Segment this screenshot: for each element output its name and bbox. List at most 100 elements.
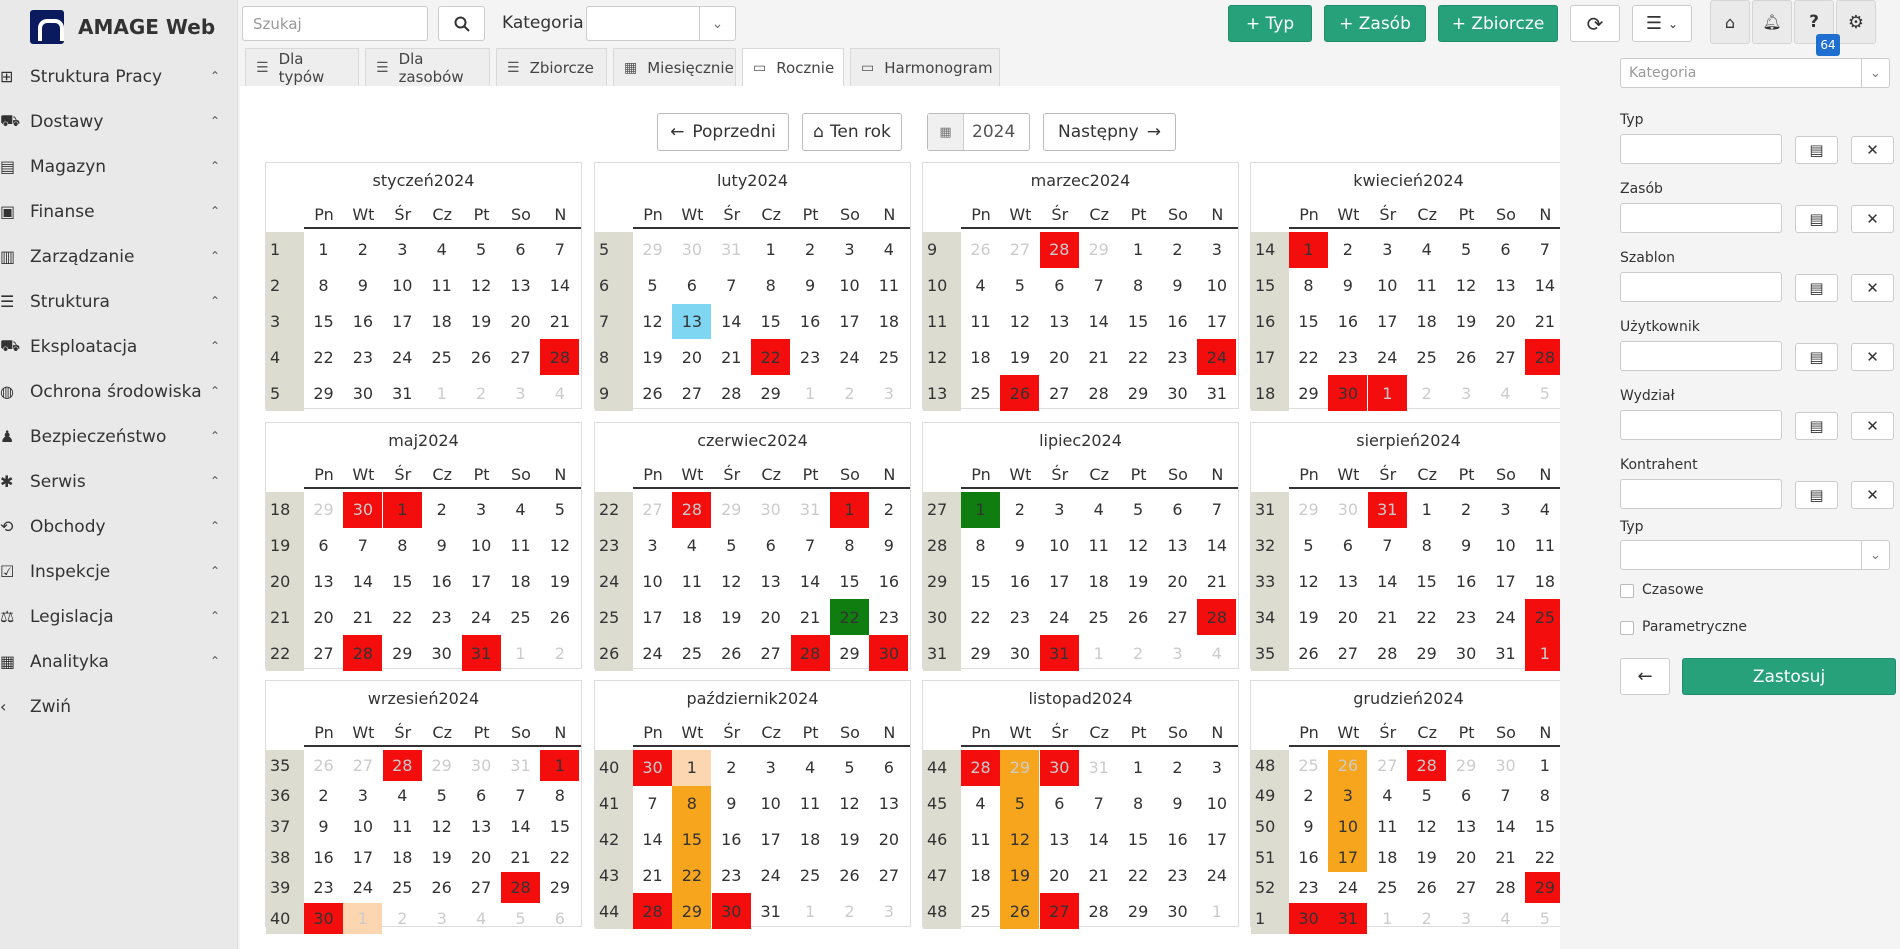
calendar-day[interactable]: 4 [1407, 232, 1446, 268]
calendar-day[interactable]: 21 [540, 304, 579, 340]
calendar-day[interactable]: 26 [1000, 375, 1040, 411]
calendar-day[interactable]: 19 [633, 339, 672, 375]
calendar-day[interactable]: 14 [540, 268, 579, 304]
calendar-day[interactable]: 20 [1447, 842, 1486, 873]
calendar-day[interactable]: 26 [540, 599, 579, 635]
calendar-day[interactable]: 31 [1486, 635, 1525, 671]
calendar-day[interactable]: 29 [672, 893, 712, 929]
calendar-day[interactable]: 19 [1289, 599, 1328, 635]
calendar-day[interactable]: 6 [1447, 781, 1486, 812]
calendar-day[interactable]: 1 [1367, 375, 1407, 411]
calendar-day[interactable]: 1 [1407, 492, 1446, 528]
calendar-day[interactable]: 25 [961, 893, 1000, 929]
calendar-day[interactable]: 8 [383, 528, 422, 564]
calendar-day[interactable]: 13 [304, 564, 343, 600]
calendar-day[interactable]: 26 [1407, 872, 1446, 903]
calendar-day[interactable]: 4 [869, 232, 908, 268]
calendar-day[interactable]: 21 [1486, 842, 1525, 873]
calendar-day[interactable]: 12 [633, 304, 672, 340]
calendar-day[interactable]: 24 [1328, 872, 1367, 903]
calendar-day[interactable]: 25 [869, 339, 908, 375]
filter-select-button[interactable]: ▤ [1795, 274, 1838, 302]
calendar-day[interactable]: 29 [422, 750, 461, 781]
sidebar-item-serwis[interactable]: ✱ Serwis ⌃ [0, 459, 237, 504]
calendar-day[interactable]: 1 [1525, 750, 1564, 781]
calendar-day[interactable]: 19 [422, 842, 461, 873]
calendar-day[interactable]: 14 [343, 564, 382, 600]
calendar-day[interactable]: 15 [304, 304, 343, 340]
calendar-day[interactable]: 5 [1407, 781, 1446, 812]
sidebar-item-dostawy[interactable]: ⛟ Dostawy ⌃ [0, 99, 237, 144]
sidebar-item-zarzadzanie[interactable]: ▥ Zarządzanie ⌃ [0, 234, 237, 279]
calendar-day[interactable]: 30 [304, 903, 343, 934]
calendar-day[interactable]: 8 [540, 781, 579, 812]
calendar-day[interactable]: 21 [712, 339, 751, 375]
calendar-day[interactable]: 3 [1328, 780, 1368, 812]
calendar-day[interactable]: 11 [1407, 268, 1446, 304]
calendar-day[interactable]: 8 [672, 785, 712, 822]
calendar-day[interactable]: 19 [830, 822, 869, 858]
calendar-day[interactable]: 8 [1289, 268, 1328, 304]
calendar-day[interactable]: 11 [791, 786, 830, 822]
calendar-day[interactable]: 7 [1525, 232, 1564, 268]
calendar-day[interactable]: 1 [540, 750, 580, 781]
calendar-day[interactable]: 2 [422, 492, 461, 528]
calendar-day[interactable]: 7 [633, 786, 672, 822]
calendar-day[interactable]: 31 [712, 232, 751, 268]
calendar-day[interactable]: 9 [343, 268, 382, 304]
calendar-day[interactable]: 1 [1289, 232, 1328, 268]
calendar-day[interactable]: 4 [1486, 375, 1525, 411]
calendar-day[interactable]: 2 [462, 375, 501, 411]
calendar-day[interactable]: 7 [540, 232, 579, 268]
this-year-button[interactable]: ⌂ Ten rok [802, 113, 902, 151]
tab-rocznie[interactable]: ▭ Rocznie [742, 48, 844, 86]
calendar-day[interactable]: 18 [869, 304, 908, 340]
calendar-day[interactable]: 2 [712, 750, 751, 786]
calendar-day[interactable]: 5 [1289, 528, 1328, 564]
calendar-day[interactable]: 21 [1079, 857, 1118, 893]
calendar-day[interactable]: 5 [633, 268, 672, 304]
calendar-day[interactable]: 29 [961, 635, 1000, 671]
calendar-day[interactable]: 22 [961, 599, 1000, 635]
calendar-day[interactable]: 31 [383, 375, 422, 411]
calendar-day[interactable]: 27 [751, 635, 790, 671]
calendar-day[interactable]: 2 [343, 232, 382, 268]
calendar-day[interactable]: 17 [1486, 564, 1525, 600]
calendar-day[interactable]: 9 [869, 528, 908, 564]
year-input[interactable]: ▦ 2024 [927, 113, 1030, 151]
add-typ-button[interactable]: + Typ [1228, 5, 1312, 42]
calendar-day[interactable]: 4 [1486, 903, 1525, 934]
calendar-day[interactable]: 16 [1000, 564, 1039, 600]
filter-input[interactable] [1620, 272, 1782, 302]
calendar-day[interactable]: 3 [1197, 232, 1236, 268]
calendar-day[interactable]: 31 [1197, 375, 1236, 411]
calendar-day[interactable]: 1 [961, 492, 1000, 528]
calendar-day[interactable]: 2 [1289, 781, 1328, 812]
calendar-day[interactable]: 12 [1000, 821, 1040, 858]
calendar-day[interactable]: 18 [1407, 304, 1446, 340]
calendar-day[interactable]: 23 [791, 339, 830, 375]
calendar-day[interactable]: 18 [961, 339, 1000, 375]
calendar-day[interactable]: 3 [1197, 750, 1236, 786]
sidebar-item-magazyn[interactable]: ▤ Magazyn ⌃ [0, 144, 237, 189]
calendar-day[interactable]: 22 [751, 339, 791, 376]
calendar-day[interactable]: 13 [1040, 304, 1079, 340]
calendar-day[interactable]: 4 [791, 750, 830, 786]
calendar-day[interactable]: 30 [1447, 635, 1486, 671]
calendar-day[interactable]: 11 [1368, 811, 1407, 842]
calendar-day[interactable]: 2 [1158, 232, 1197, 268]
filter-select-button[interactable]: ▤ [1795, 412, 1838, 440]
calendar-day[interactable]: 17 [383, 304, 422, 340]
calendar-day[interactable]: 20 [1486, 304, 1525, 340]
calendar-day[interactable]: 9 [422, 528, 461, 564]
calendar-day[interactable]: 14 [791, 564, 830, 600]
calendar-day[interactable]: 9 [1158, 786, 1197, 822]
calendar-day[interactable]: 21 [633, 857, 672, 893]
sidebar-item-struktura[interactable]: ☰ Struktura ⌃ [0, 279, 237, 324]
calendar-day[interactable]: 24 [1486, 599, 1525, 635]
calendar-day[interactable]: 30 [462, 750, 501, 781]
calendar-day[interactable]: 24 [383, 339, 422, 375]
calendar-day[interactable]: 29 [830, 635, 869, 671]
calendar-day[interactable]: 29 [1525, 872, 1565, 903]
parametryczne-checkbox[interactable] [1620, 621, 1634, 635]
